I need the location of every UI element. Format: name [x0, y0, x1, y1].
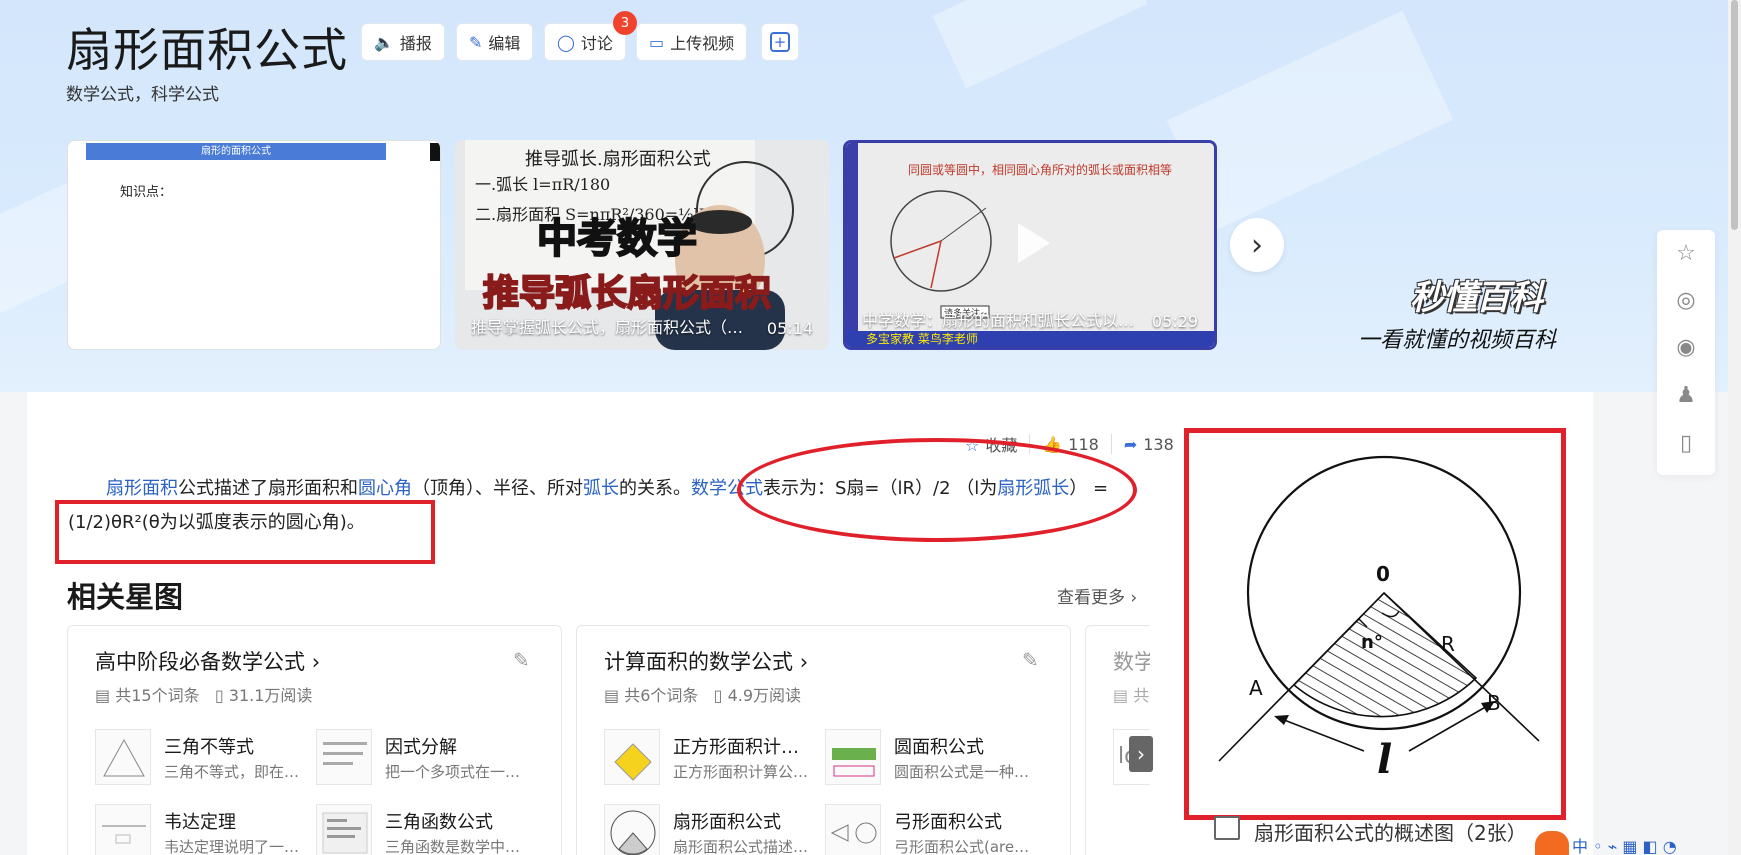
edit-button[interactable]: ✎ 编辑 [456, 23, 534, 61]
svg-text:l: l [1377, 736, 1392, 783]
chevron-right-icon: › [799, 650, 809, 674]
entry-thumbnail [95, 729, 151, 785]
sector-diagram: 0 n° R A B l [1218, 455, 1540, 783]
svg-text:同圆或等圆中，相同圆心角所对的弧长或面积相等: 同圆或等圆中，相同圆心角所对的弧长或面积相等 [908, 162, 1172, 177]
entry-thumbnail [316, 729, 372, 785]
list-item[interactable]: 三角函数公式 三角函数是数学中… [316, 804, 526, 855]
page-title: 扇形面积公式 [66, 23, 348, 77]
svg-text:推导弧长.扇形面积公式: 推导弧长.扇形面积公式 [525, 149, 711, 170]
related-card-2[interactable]: 计算面积的数学公式 › ▤ 共6个词条 ▯ 4.9万阅读 ✎ 正方形面积计… 正… [576, 625, 1071, 855]
video-caption: 中学数学：扇形的面积和弧长公式以… [862, 311, 1135, 330]
svg-text:一.弧长 l=πR/180: 一.弧长 l=πR/180 [475, 175, 610, 194]
brand-slogan: 一看就懂的视频百科 [1358, 328, 1557, 353]
svg-text:R: R [1441, 632, 1455, 656]
play-icon [1018, 223, 1050, 263]
system-tray-icons[interactable]: 中 ◦ ⌁ ▦ ◧ ◔ [1572, 833, 1677, 855]
see-more-link[interactable]: 查看更多 › [1057, 583, 1137, 608]
svg-text:多宝家教 菜鸟李老师: 多宝家教 菜鸟李老师 [866, 331, 978, 346]
list-icon: ▤ [95, 686, 111, 705]
annotation-red-ellipse [737, 438, 1137, 542]
link-arc-length[interactable]: 弧长 [583, 478, 619, 499]
list-icon: ▤ [604, 686, 620, 705]
pencil-icon: ✎ [469, 32, 483, 52]
svg-text:推导弧长扇形面积: 推导弧长扇形面积 [483, 273, 771, 314]
list-item[interactable]: 韦达定理 韦达定理说明了一… [95, 804, 305, 855]
brand-logo: 秒懂百科 [1410, 278, 1543, 318]
link-sector-area[interactable]: 扇形面积 [106, 478, 178, 499]
entry-thumbnail [604, 804, 660, 855]
book-icon: ▯ [713, 686, 723, 705]
svg-text:0: 0 [1376, 562, 1390, 586]
wechat-icon[interactable]: ◉ [1671, 332, 1701, 362]
card-title[interactable]: 高中阶段必备数学公式 › [95, 646, 320, 676]
chat-bubble-icon: ◯ [557, 32, 575, 52]
svg-text:中考数学: 中考数学 [537, 216, 697, 262]
video-carousel-next-button[interactable]: › [1230, 218, 1284, 272]
chevron-right-icon: › [311, 650, 321, 674]
list-item[interactable]: 三角不等式 三角不等式，即在… [95, 729, 305, 791]
list-item[interactable]: 圆面积公式 圆面积公式是一种… [825, 729, 1035, 791]
list-item[interactable]: 扇形面积公式 扇形面积公式描述… [604, 804, 814, 855]
scrollbar-thumb[interactable] [1731, 0, 1738, 230]
qq-icon[interactable]: ♟ [1671, 380, 1701, 410]
link-central-angle[interactable]: 圆心角 [358, 478, 412, 499]
book-icon: ▯ [214, 686, 224, 705]
svg-text:A: A [1249, 676, 1263, 700]
related-carousel-next-button[interactable]: › [1129, 736, 1153, 772]
pencil-icon[interactable]: ✎ [513, 648, 530, 672]
list-item[interactable]: 因式分解 把一个多项式在一… [316, 729, 526, 791]
weibo-icon[interactable]: ◎ [1671, 285, 1701, 315]
related-card-1[interactable]: 高中阶段必备数学公式 › ▤ 共15个词条 ▯ 31.1万阅读 ✎ 三角不等式 … [67, 625, 562, 855]
card-title[interactable]: 计算面积的数学公式 › [604, 646, 808, 676]
video-camera-icon: ▭ [649, 32, 665, 52]
share-icon: ➦ [1123, 434, 1138, 454]
video-caption: 推导掌握弧长公式，扇形面积公式（… [471, 318, 744, 337]
entry-thumbnail [95, 804, 151, 855]
slide-header: 扇形的面积公式 [86, 143, 386, 160]
summary-figure[interactable]: 0 n° R A B l [1184, 428, 1566, 820]
pencil-icon[interactable]: ✎ [1022, 648, 1039, 672]
related-section-title: 相关星图 [67, 580, 184, 614]
page-scrollbar[interactable] [1728, 0, 1741, 855]
add-button[interactable]: + [761, 23, 799, 61]
figure-caption[interactable]: 扇形面积公式的概述图（2张） [1254, 817, 1527, 846]
video-card-1[interactable]: 扇形的面积公式 知识点： [67, 140, 441, 350]
video-card-3[interactable]: 同圆或等圆中，相同圆心角所对的弧长或面积相等 请多关注~ 多宝家教 菜鸟李老师 … [843, 140, 1217, 350]
plus-square-icon: + [770, 32, 790, 52]
video-duration: 05:29 [1151, 312, 1198, 331]
video-duration: 05:14 [766, 319, 813, 338]
mobile-icon[interactable]: ▯ [1671, 428, 1701, 458]
card-meta: ▤ 共15个词条 ▯ 31.1万阅读 [95, 686, 313, 705]
list-icon: ▤ [1113, 686, 1129, 705]
entry-thumbnail [825, 804, 881, 855]
slide-text: 知识点： [120, 185, 173, 200]
share-sidebar: ☆ ◎ ◉ ♟ ▯ [1657, 230, 1715, 475]
speaker-icon: 🔈 [374, 32, 394, 52]
chevron-right-icon: › [1130, 588, 1138, 608]
list-item[interactable]: 弓形面积公式 弓形面积公式(are… [825, 804, 1035, 855]
video-card-2[interactable]: 推导弧长.扇形面积公式 一.弧长 l=πR/180 二.扇形面积 S=nπR²/… [455, 140, 829, 350]
entry-thumbnail [604, 729, 660, 785]
page-subtitle: 数学公式，科学公式 [66, 85, 219, 105]
svg-text:n°: n° [1361, 632, 1383, 653]
sogou-input-icon[interactable] [1535, 831, 1569, 855]
list-item[interactable]: 正方形面积计… 正方形面积计算公… [604, 729, 814, 791]
entry-thumbnail [316, 804, 372, 855]
share-button[interactable]: ➦ 138 [1124, 435, 1174, 454]
image-gallery-icon [1214, 816, 1240, 840]
card-meta: ▤ 共6个词条 ▯ 4.9万阅读 [604, 686, 802, 705]
annotation-red-rectangle [55, 500, 435, 564]
discuss-count-badge: 3 [613, 11, 637, 35]
entry-thumbnail [825, 729, 881, 785]
star-plus-icon[interactable]: ☆ [1671, 238, 1701, 268]
upload-video-button[interactable]: ▭ 上传视频 [636, 23, 748, 61]
broadcast-button[interactable]: 🔈 播报 [361, 23, 445, 61]
